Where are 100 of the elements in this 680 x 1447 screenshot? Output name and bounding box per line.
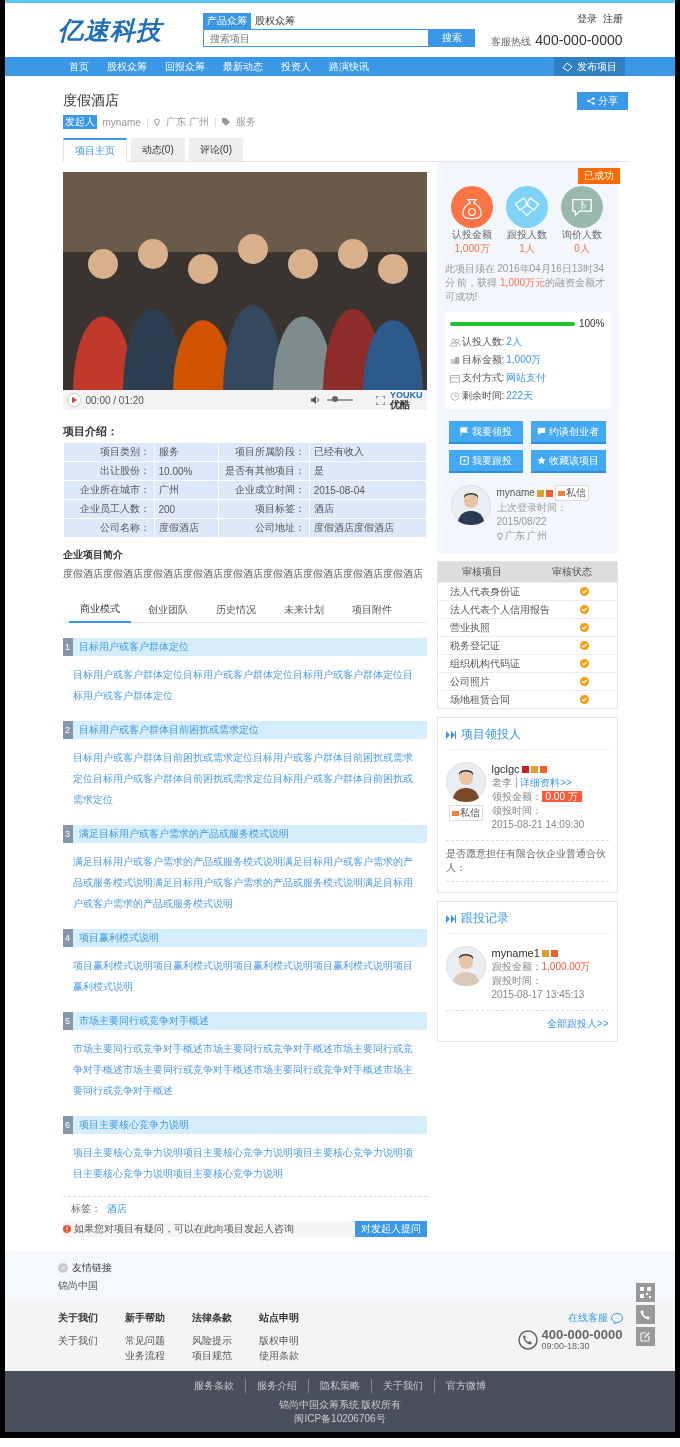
star-icon [537, 456, 547, 465]
footer-link[interactable]: 业务流程 [124, 1348, 192, 1363]
footer-bottom-link[interactable]: 关于我们 [371, 1379, 434, 1393]
nav-link[interactable]: 回报众筹 [155, 59, 214, 74]
table-value: 200 [154, 500, 218, 518]
search-button[interactable]: 搜索 [428, 29, 475, 47]
section-text: 项目主要核心竞争力说明项目主要核心竞争力说明项目主要核心竞争力说明项目主要核心竞争力说明项目主要核心竞争力说明 [71, 1146, 414, 1181]
footer-link[interactable]: 风险提示 [191, 1333, 259, 1348]
owner-name: myname [496, 486, 535, 500]
qr-code-button[interactable] [636, 1283, 655, 1302]
audit-item: 营业执照 [448, 620, 491, 635]
message-button[interactable]: 私信 [554, 485, 589, 501]
site-logo[interactable]: 亿速科技 [57, 13, 203, 47]
service-hours: 09:00-18:30 [541, 1341, 591, 1351]
footer-bottom-link[interactable]: 服务介绍 [245, 1379, 308, 1393]
owner-name: myname [102, 116, 141, 128]
friend-links-title: 友情链接 [71, 1261, 112, 1275]
footer-bottom-link[interactable]: 隐私策略 [308, 1379, 371, 1393]
location-pin-icon [153, 118, 160, 126]
publish-button[interactable]: 发布项目 [553, 57, 625, 76]
tag-link[interactable]: 酒店 [106, 1202, 127, 1216]
table-value: 酒店 [309, 500, 426, 518]
phone-button[interactable] [636, 1305, 655, 1324]
partner-note: 是否愿意担任有限合伙企业普通合伙人： [445, 840, 609, 882]
brief-text: 度假酒店度假酒店度假酒店度假酒店度假酒店度假酒店度假酒店度假酒店度假酒店 [62, 567, 424, 581]
hotline-label: 客服热线 [491, 34, 532, 49]
nav-link[interactable]: 最新动态 [213, 59, 272, 74]
avatar [450, 485, 491, 525]
all-investors-link[interactable]: 全部跟投人>> [546, 1018, 609, 1029]
play-button[interactable] [66, 393, 81, 407]
section-text: 目标用户或客户群体定位目标用户或客户群体定位目标用户或客户群体定位目标用户或客户群体定位 [71, 668, 414, 703]
clock-icon [449, 391, 460, 401]
search-tab[interactable]: 产品众筹 [202, 13, 251, 29]
volume-icon[interactable] [311, 396, 320, 404]
footer-link[interactable]: 关于我们 [57, 1333, 125, 1348]
audit-item: 法人代表身份证 [448, 584, 521, 599]
stat-value: 1,000万 [454, 242, 490, 256]
follow-time: 2015-08-17 13:45:13 [491, 988, 586, 1002]
location-pin-icon [496, 532, 503, 540]
page-tab[interactable]: 项目主页 [62, 138, 127, 162]
copyright: 锦尚中国众筹系统 版权所有 [277, 1398, 403, 1412]
fact-value: 网站支付 [506, 371, 547, 385]
follow-amount: 1,000.00万 [541, 961, 591, 972]
footer-link[interactable]: 使用条款 [258, 1348, 326, 1363]
card-icon [449, 373, 460, 383]
nav-link[interactable]: 路演快讯 [319, 59, 378, 74]
account-link[interactable]: 登录 [576, 11, 597, 26]
project-title: 度假酒店 [62, 92, 119, 110]
status-badge: 已成功 [577, 168, 620, 184]
audit-item: 公司照片 [448, 674, 491, 689]
avatar [445, 762, 486, 802]
table-value: 是 [309, 462, 426, 480]
search-tab[interactable]: 股权众筹 [250, 13, 299, 29]
footer-bottom-link[interactable]: 服务条款 [183, 1379, 245, 1393]
online-service-link[interactable]: 在线客服 [567, 1311, 608, 1325]
detail-tab[interactable]: 商业模式 [68, 597, 131, 623]
nav-link[interactable]: 股权众筹 [97, 59, 156, 74]
progress-percent: 100% [578, 318, 605, 329]
fact-label: 支付方式: [461, 371, 505, 385]
detail-tab[interactable]: 项目附件 [340, 597, 403, 622]
footer-link[interactable]: 版权申明 [258, 1333, 326, 1348]
section-number: 6 [62, 1116, 73, 1134]
volume-thumb[interactable] [331, 396, 338, 402]
footer-link[interactable]: 项目规范 [191, 1348, 259, 1363]
footer-bottom-link[interactable]: 官方微博 [434, 1379, 497, 1393]
nav-link[interactable]: 首页 [59, 59, 98, 74]
detail-tab[interactable]: 创业团队 [136, 597, 199, 622]
stat-value: 1人 [519, 242, 535, 256]
account-link[interactable]: 注册 [602, 11, 623, 26]
section-number: 4 [62, 929, 73, 947]
fullscreen-icon[interactable] [376, 395, 385, 405]
fast-forward-icon [445, 914, 456, 923]
section-title: 目标用户或客户群体目前困扰或需求定位 [78, 723, 259, 737]
page-tab[interactable]: 评论(0) [188, 138, 243, 161]
section-title: 目标用户或客户群体定位 [78, 640, 189, 654]
table-value: 2015-08-04 [309, 481, 426, 499]
brief-title: 企业项目简介 [62, 548, 124, 562]
page-tab[interactable]: 动态(0) [130, 138, 185, 161]
section-title: 项目赢利模式说明 [78, 931, 159, 945]
nav-link[interactable]: 投资人 [271, 59, 320, 74]
column-header: 审核项目 [460, 565, 503, 579]
project-category: 服务 [235, 115, 256, 129]
detail-tab[interactable]: 历史情况 [204, 597, 267, 622]
details-link[interactable]: 详细资料>> [516, 777, 572, 788]
footer-link[interactable]: 常见问题 [124, 1333, 192, 1348]
message-button[interactable]: 私信 [448, 805, 483, 821]
search-field[interactable]: 搜索项目 [202, 29, 429, 47]
stat-label: 认投金额 [452, 228, 492, 242]
table-label: 项目所属阶段： [218, 443, 309, 461]
friend-link[interactable]: 锦尚中国 [57, 1280, 98, 1291]
play-time: 00:00 / 01:20 [85, 394, 144, 406]
ask-button[interactable]: 对发起人提问 [354, 1221, 427, 1237]
box-title: 跟投记录 [460, 910, 509, 927]
fact-value: 222天 [506, 389, 533, 403]
investor-name: myname1 [491, 946, 540, 960]
role-badge: 发起人 [62, 115, 97, 129]
phone-icon [640, 1309, 651, 1320]
amount-label: 跟投金额： [491, 961, 542, 972]
share-button[interactable]: 分享 [576, 92, 628, 110]
detail-tab[interactable]: 未来计划 [272, 597, 335, 622]
